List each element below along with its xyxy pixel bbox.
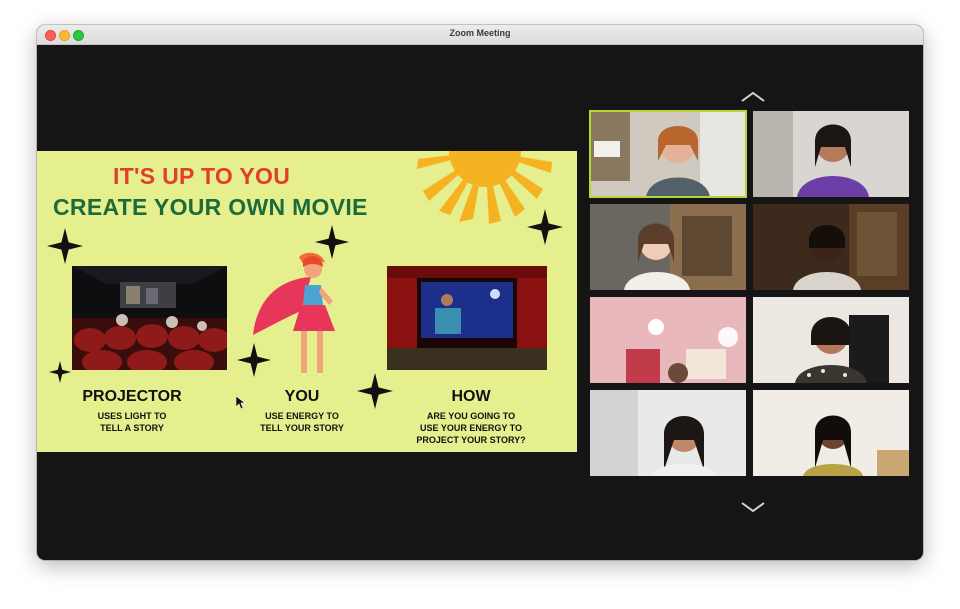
zoom-window: Zoom Meeting IT'S UP TO YOU CREATE YOUR … xyxy=(37,25,923,560)
panel-text-line: ARE YOU GOING TO xyxy=(426,411,516,421)
slide-title-line1: IT'S UP TO YOU xyxy=(113,163,291,189)
participant-video xyxy=(590,204,746,290)
slide-title-line2: CREATE YOUR OWN MOVIE xyxy=(53,194,368,220)
sparkle-icon xyxy=(47,228,83,264)
participant-video-tile[interactable] xyxy=(753,111,909,197)
participant-video xyxy=(590,111,746,197)
participant-video xyxy=(753,297,909,383)
panel-text-line: TELL A STORY xyxy=(100,423,164,433)
panel-text-line: USE ENERGY TO xyxy=(265,411,339,421)
sparkle-icon xyxy=(527,209,563,245)
participant-video xyxy=(590,297,746,383)
participant-video xyxy=(753,390,909,476)
panel-text-line: USES LIGHT TO xyxy=(97,411,167,421)
panel-heading-projector: PROJECTOR xyxy=(82,388,182,405)
window-title: Zoom Meeting xyxy=(449,28,511,38)
chevron-up-icon[interactable] xyxy=(740,91,766,103)
participant-video-tile[interactable] xyxy=(590,204,746,290)
movie-theater-photo xyxy=(72,266,227,370)
panel-text-line: PROJECT YOUR STORY? xyxy=(416,435,526,445)
panel-heading-you: YOU xyxy=(284,388,320,405)
participant-video-tile[interactable] xyxy=(590,297,746,383)
shared-screen-slide[interactable]: IT'S UP TO YOU CREATE YOUR OWN MOVIE PRO… xyxy=(37,151,577,452)
participant-video xyxy=(753,111,909,197)
panel-heading-how: HOW xyxy=(451,388,491,405)
participant-video-tile[interactable] xyxy=(590,390,746,476)
mouse-cursor-icon xyxy=(236,396,245,410)
hero-girl-illustration xyxy=(253,252,335,373)
sparkle-icon xyxy=(49,361,71,383)
participant-video xyxy=(590,390,746,476)
participant-video-tile[interactable] xyxy=(753,297,909,383)
participant-video-tile[interactable] xyxy=(589,110,747,198)
participant-video xyxy=(753,204,909,290)
participant-video-tile[interactable] xyxy=(753,390,909,476)
sparkle-icon xyxy=(357,373,393,409)
participant-video-tile[interactable] xyxy=(753,204,909,290)
panel-text-line: USE YOUR ENERGY TO xyxy=(419,423,523,433)
chevron-down-icon[interactable] xyxy=(740,501,766,513)
stage-projection-photo xyxy=(387,266,547,370)
panel-text-line: TELL YOUR STORY xyxy=(260,423,344,433)
title-bar: Zoom Meeting xyxy=(37,25,923,45)
